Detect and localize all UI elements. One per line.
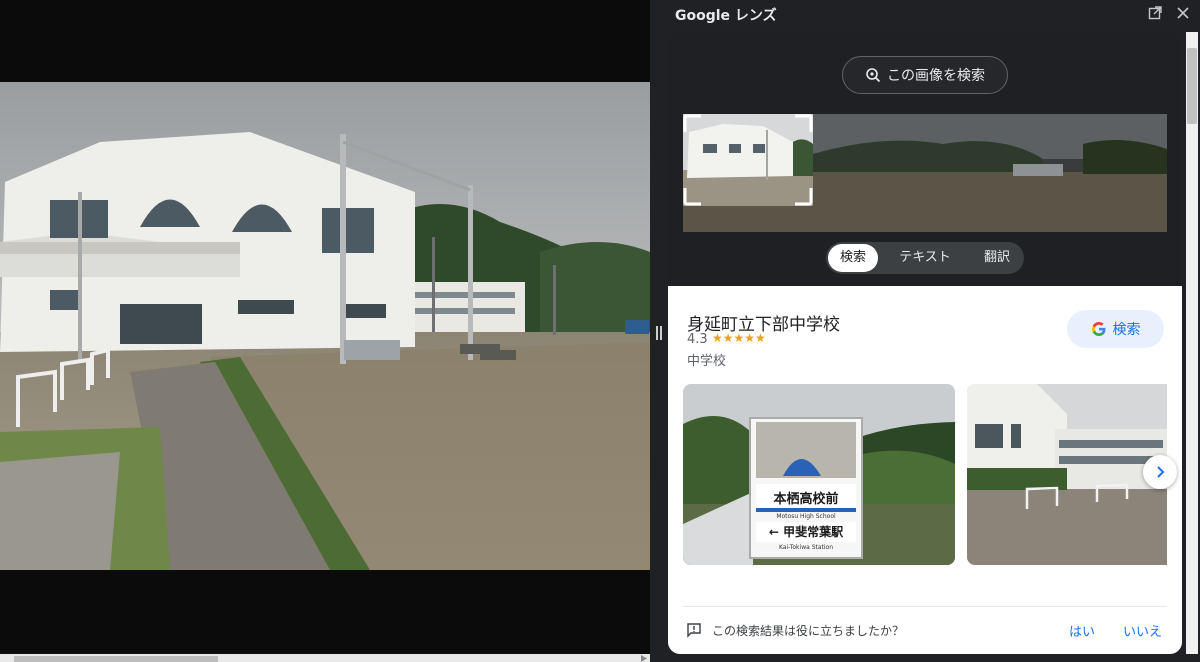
panel-title: Google レンズ	[675, 8, 777, 24]
sign-line-4: Kai-Tokiwa Station	[779, 544, 833, 551]
sign-line-1: 本栖高校前	[773, 491, 838, 507]
feedback-yes-button[interactable]: はい	[1069, 621, 1095, 640]
google-search-button[interactable]: 検索	[1067, 310, 1164, 348]
feedback-question: この検索結果は役に立ちましたか？	[712, 624, 905, 638]
tab-translate[interactable]: 翻訳	[972, 244, 1022, 272]
vertical-scrollbar-thumb[interactable]	[1187, 48, 1197, 124]
result-image-2[interactable]	[967, 384, 1167, 565]
feedback-divider	[683, 606, 1167, 607]
tab-search[interactable]: 検索	[828, 244, 878, 272]
google-g-icon	[1091, 322, 1105, 336]
scroll-right-arrow-icon[interactable]	[640, 655, 648, 662]
horizontal-scrollbar-thumb[interactable]	[14, 656, 218, 662]
google-search-label: 検索	[1112, 322, 1141, 338]
lens-image-strip[interactable]	[683, 114, 1167, 232]
carousel-next-button[interactable]	[1143, 455, 1177, 489]
close-icon[interactable]	[1176, 6, 1190, 20]
sign-line-2: Motosu High School	[776, 513, 836, 520]
lens-search-icon	[866, 68, 881, 83]
tab-text[interactable]: テキスト	[887, 244, 963, 272]
search-this-image-label: この画像を検索	[887, 68, 985, 84]
result-category: 中学校	[687, 354, 727, 369]
result-image-1[interactable]: 本栖高校前 Motosu High School ← 甲斐常葉駅 Kai-Tok…	[683, 384, 955, 565]
result-rating: 4.3	[687, 332, 708, 347]
rating-stars-icon: ★★★★★	[712, 331, 766, 345]
feedback-no-button[interactable]: いいえ	[1123, 621, 1162, 640]
sign-line-3: ← 甲斐常葉駅	[769, 524, 844, 539]
chevron-right-icon	[1157, 466, 1165, 478]
resize-handle-icon[interactable]	[656, 326, 662, 340]
main-photo	[0, 82, 650, 570]
vertical-scrollbar[interactable]	[1186, 32, 1198, 654]
open-in-new-tab-icon[interactable]	[1148, 6, 1162, 20]
feedback-icon	[687, 623, 701, 638]
search-this-image-button[interactable]: この画像を検索	[842, 56, 1008, 94]
